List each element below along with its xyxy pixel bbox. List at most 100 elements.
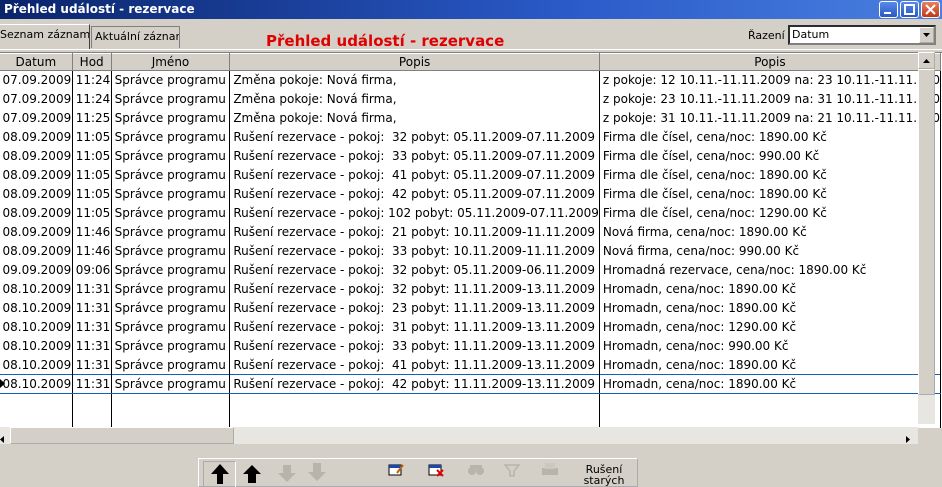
find-button[interactable] [463,461,489,487]
cell-date: 07.09.2009 [0,70,73,90]
cell-description-2: Hromadn, cena/noc: 1290.00 Kč [599,317,942,337]
cell-hour: 11:31 [72,317,112,337]
minimize-icon [884,12,891,14]
delete-old-records-button[interactable]: Rušení starých [572,461,636,487]
scroll-left-button[interactable] [0,432,4,446]
last-record-button[interactable] [303,461,331,487]
vertical-scrollbar[interactable] [918,52,935,424]
table-row[interactable]: 08.10.2009 11:31 Správce programu Rušení re… [0,298,942,318]
cell-description-2: Hromadn, cena/noc: 990.00 Kč [599,336,942,356]
scroll-up-button[interactable] [918,52,935,69]
cell-date: 08.10.2009 [0,279,73,299]
column-header-hour[interactable]: Hod [71,53,112,71]
cell-name: Správce programu [111,279,231,299]
table-row[interactable]: 09.09.2009 09:06 Správce programu Rušení re… [0,260,942,280]
column-header-name[interactable]: Jméno [110,53,231,71]
delete-record-button[interactable] [423,461,449,487]
sort-select-value: Datum [792,28,830,41]
close-button[interactable] [921,1,940,18]
print-button[interactable] [537,461,563,487]
cell-date: 08.09.2009 [0,203,73,223]
cell-hour: 11:24 [72,70,112,90]
edit-icon [388,464,404,476]
table-row[interactable]: 08.10.2009 11:31 Správce programu Rušení re… [0,374,942,394]
next-record-button[interactable] [273,461,301,487]
cell-date: 08.10.2009 [0,298,73,318]
table-row[interactable]: 08.09.2009 11:05 Správce programu Rušení re… [0,184,942,204]
sort-dropdown-button[interactable] [919,27,934,43]
cell-description: Rušení rezervace - pokoj: 32 pobyt: 11.1… [229,279,600,299]
events-grid[interactable]: Datum Hod Jméno Popis Popis 07.09.2009 11… [0,52,942,428]
binoculars-icon [468,465,484,475]
scroll-right-button[interactable] [906,432,910,446]
first-record-button[interactable] [203,461,236,487]
cell-name: Správce programu [111,241,231,261]
cell-name: Správce programu [111,184,231,204]
tab-current-record[interactable]: Aktuální záznam [91,26,180,48]
cell-description-2: Nová firma, cena/noc: 990.00 Kč [599,241,942,261]
table-row[interactable]: 08.09.2009 11:46 Správce programu Rušení re… [0,222,942,242]
vertical-scroll-thumb[interactable] [918,69,935,395]
horizontal-scrollbar[interactable] [0,427,918,444]
column-header-description[interactable]: Popis [229,53,600,71]
cell-description: Změna pokoje: Nová firma, [229,108,600,128]
empty-cell [599,393,942,428]
cell-date: 08.09.2009 [0,222,73,242]
filter-button[interactable] [499,461,525,487]
table-row[interactable]: 08.10.2009 11:31 Správce programu Rušení re… [0,279,942,299]
delete-old-records-label: Rušení starých [583,463,625,487]
minimize-button[interactable] [879,1,898,18]
cell-description-2: Firma dle čísel, cena/noc: 1890.00 Kč [599,184,942,204]
chevron-right-icon [906,436,910,443]
cell-description-2: Firma dle čísel, cena/noc: 1890.00 Kč [599,165,942,185]
table-row[interactable]: 07.09.2009 11:25 Správce programu Změna pok… [0,108,942,128]
cell-description: Rušení rezervace - pokoj: 32 pobyt: 05.1… [229,127,600,147]
table-row[interactable]: 08.09.2009 11:05 Správce programu Rušení re… [0,146,942,166]
sort-select[interactable]: Datum [788,25,936,45]
cell-description: Rušení rezervace - pokoj: 31 pobyt: 11.1… [229,317,600,337]
cell-name: Správce programu [111,108,231,128]
table-row[interactable]: 08.10.2009 11:31 Správce programu Rušení re… [0,355,942,375]
table-row[interactable]: 08.09.2009 11:05 Správce programu Rušení re… [0,165,942,185]
column-header-date[interactable]: Datum [0,53,73,71]
table-row[interactable]: 08.10.2009 11:31 Správce programu Rušení re… [0,317,942,337]
cell-name: Správce programu [111,89,231,109]
horizontal-scroll-thumb[interactable] [10,427,234,444]
cell-description-2: Firma dle čísel, cena/noc: 1290.00 Kč [599,203,942,223]
cell-date: 09.09.2009 [0,260,73,280]
cell-description-2: Firma dle čísel, cena/noc: 990.00 Kč [599,146,942,166]
table-row[interactable]: 07.09.2009 11:24 Správce programu Změna pok… [0,70,942,90]
table-row[interactable]: 08.09.2009 11:05 Správce programu Rušení re… [0,127,942,147]
tab-record-list[interactable]: Seznam záznamů [0,24,90,49]
page-heading: Přehled událostí - rezervace [266,32,505,50]
table-row[interactable]: 08.10.2009 11:31 Správce programu Rušení re… [0,336,942,356]
cell-hour: 09:06 [72,260,112,280]
cell-name: Správce programu [111,127,231,147]
cell-description-2: Hromadn, cena/noc: 1890.00 Kč [599,298,942,318]
table-row[interactable]: 08.09.2009 11:46 Správce programu Rušení re… [0,241,942,261]
table-header-row: Datum Hod Jméno Popis Popis [0,53,942,71]
cell-description-2: z pokoje: 23 10.11.-11.11.2009 na: 31 10… [599,89,942,109]
empty-cell [0,393,73,428]
prev-record-button[interactable] [237,461,267,487]
cell-hour: 11:31 [72,298,112,318]
edit-record-button[interactable] [383,461,409,487]
title-bar: Přehled událostí - rezervace [0,0,942,19]
table-row[interactable]: 08.09.2009 11:05 Správce programu Rušení re… [0,203,942,223]
up-arrow-icon [243,465,261,483]
cell-hour: 11:25 [72,108,112,128]
cell-description-2: z pokoje: 12 10.11.-11.11.2009 na: 23 10… [599,70,942,90]
maximize-icon [904,4,915,15]
cell-hour: 11:05 [72,127,112,147]
cell-date: 08.09.2009 [0,165,73,185]
maximize-button[interactable] [900,1,919,18]
cell-description-2: Hromadn, cena/noc: 1890.00 Kč [599,279,942,299]
cell-name: Správce programu [111,203,231,223]
column-header-description-2[interactable]: Popis [598,53,942,71]
cell-hour: 11:31 [72,279,112,299]
cell-description: Rušení rezervace - pokoj: 33 pobyt: 11.1… [229,336,600,356]
chevron-down-icon [923,33,930,37]
cell-description: Rušení rezervace - pokoj: 23 pobyt: 11.1… [229,298,600,318]
cell-name: Správce programu [111,70,231,90]
table-row[interactable]: 07.09.2009 11:24 Správce programu Změna pok… [0,89,942,109]
